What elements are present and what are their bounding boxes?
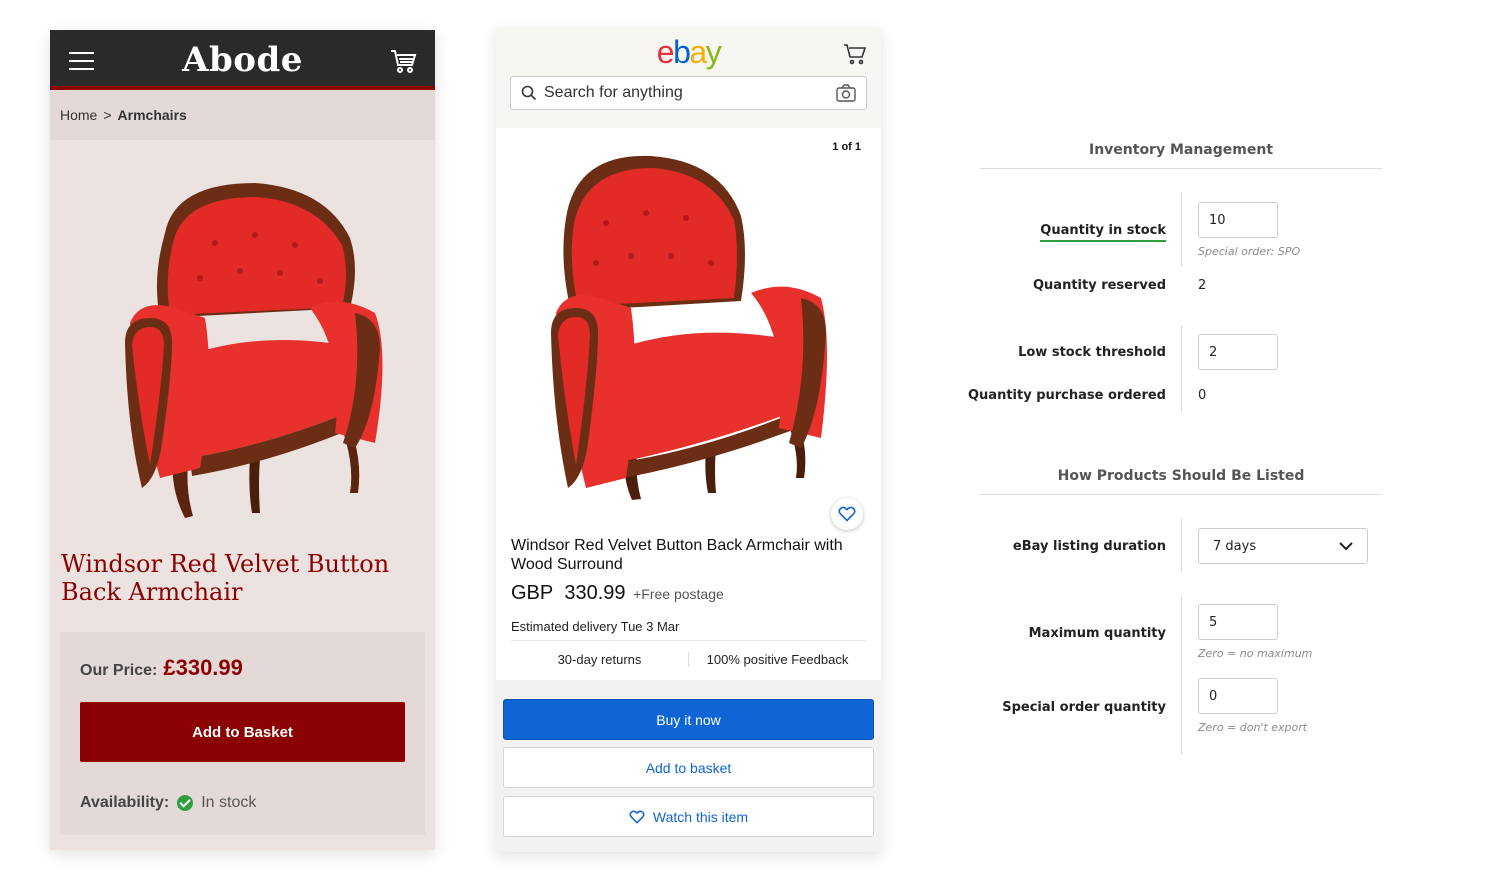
quantity-purchase-ordered-label: Quantity purchase ordered — [967, 388, 1166, 403]
section-title-inventory: Inventory Management — [1088, 142, 1274, 158]
listing-duration-select[interactable]: 7 days — [1198, 528, 1368, 564]
logo-letter-y: y — [705, 34, 722, 70]
logo-letter-b: b — [673, 34, 691, 70]
breadcrumb-home-link[interactable]: Home — [60, 107, 97, 123]
special-order-quantity-label: Special order quantity — [1002, 700, 1166, 715]
watch-item-label: Watch this item — [652, 808, 749, 825]
product-title: Windsor Red Velvet Button Back Armchair … — [511, 537, 843, 573]
currency: GBP — [511, 582, 554, 604]
ebay-header: ebay — [496, 28, 881, 128]
check-circle-icon — [177, 795, 194, 811]
availability-row: Availability: In stock — [80, 794, 256, 812]
quantity-in-stock-input[interactable] — [1198, 202, 1278, 238]
feedback-badge: 100% positive Feedback — [688, 652, 866, 667]
price-panel: Our Price: £330.99 Add to Basket Availabi… — [60, 632, 425, 835]
price-row: Our Price: £330.99 — [80, 655, 243, 681]
breadcrumb-separator: > — [103, 107, 112, 123]
price-value: 330.99 — [564, 582, 626, 604]
price-label: Our Price: — [80, 662, 158, 679]
product-image[interactable] — [546, 138, 836, 508]
search-icon — [521, 85, 537, 101]
returns-badge: 30-day returns — [557, 652, 642, 667]
quantity-reserved-value: 2 — [1198, 278, 1207, 293]
maximum-quantity-input[interactable] — [1198, 604, 1278, 640]
inventory-form: Inventory Management Quantity in stock S… — [968, 0, 1382, 880]
divider — [511, 640, 866, 641]
search-bar[interactable] — [510, 76, 867, 110]
heart-icon — [629, 809, 645, 824]
low-stock-threshold-label: Low stock threshold — [1018, 345, 1166, 360]
delivery-date: Tue 3 Mar — [620, 619, 680, 634]
maximum-quantity-hint: Zero = no maximum — [1198, 647, 1313, 660]
add-to-basket-button[interactable]: Add to Basket — [80, 702, 405, 762]
breadcrumb-current: Armchairs — [117, 107, 187, 123]
breadcrumb: Home > Armchairs — [50, 90, 435, 140]
product-card: 1 of 1 Windsor Red Velvet Button Back Ar… — [496, 128, 881, 680]
listing-duration-value: 7 days — [1213, 538, 1257, 554]
ebay-mobile-page: ebay 1 of 1 — [496, 28, 881, 852]
price-value: £330.99 — [163, 655, 243, 680]
listing-duration-label: eBay listing duration — [1012, 539, 1166, 554]
trust-badges: 30-day returns 100% positive Feedback — [511, 652, 866, 667]
abode-mobile-page: Abode Home > Armchairs Windsor Red Velve… — [50, 30, 435, 850]
logo-letter-e: e — [656, 34, 675, 70]
abode-logo[interactable]: Abode — [50, 40, 435, 80]
quantity-in-stock-hint: Special order: SPO — [1198, 245, 1301, 258]
abode-header: Abode — [50, 30, 435, 90]
heart-icon — [838, 506, 856, 522]
section-divider — [980, 494, 1382, 495]
postage-text: +Free postage — [633, 586, 724, 602]
column-divider — [1181, 595, 1182, 755]
section-divider — [980, 168, 1382, 169]
product-title: Windsor Red Velvet Button Back Armchair — [61, 550, 390, 606]
quantity-purchase-ordered-value: 0 — [1198, 388, 1207, 403]
cart-icon[interactable] — [843, 42, 867, 66]
chevron-down-icon — [1339, 541, 1353, 550]
section-title-listing: How Products Should Be Listed — [1057, 468, 1305, 484]
special-order-quantity-hint: Zero = don't export — [1198, 721, 1308, 734]
logo-letter-a: a — [689, 34, 707, 70]
quantity-in-stock-label: Quantity in stock — [1040, 223, 1166, 242]
product-image[interactable] — [90, 173, 400, 533]
quantity-reserved-label: Quantity reserved — [1032, 278, 1166, 293]
price-row: GBP 330.99 +Free postage — [511, 582, 724, 605]
camera-icon[interactable] — [836, 84, 856, 102]
column-divider — [1181, 518, 1182, 572]
buy-it-now-button[interactable]: Buy it now — [503, 699, 874, 740]
search-input[interactable] — [544, 84, 836, 102]
add-to-basket-button[interactable]: Add to basket — [503, 747, 874, 788]
availability-label: Availability: — [80, 794, 170, 811]
favorite-heart-button[interactable] — [831, 498, 863, 530]
special-order-quantity-input[interactable] — [1198, 678, 1278, 714]
cart-icon[interactable] — [389, 47, 417, 75]
delivery-estimate: Estimated delivery Tue 3 Mar — [511, 619, 679, 634]
column-divider — [1181, 325, 1182, 413]
maximum-quantity-label: Maximum quantity — [1028, 626, 1166, 641]
ebay-logo[interactable]: ebay — [496, 34, 881, 71]
low-stock-threshold-input[interactable] — [1198, 334, 1278, 370]
availability-value: In stock — [201, 794, 257, 811]
watch-item-button[interactable]: Watch this item — [503, 796, 874, 837]
column-divider — [1181, 193, 1182, 267]
image-counter: 1 of 1 — [832, 141, 861, 153]
delivery-label: Estimated delivery — [511, 619, 618, 634]
